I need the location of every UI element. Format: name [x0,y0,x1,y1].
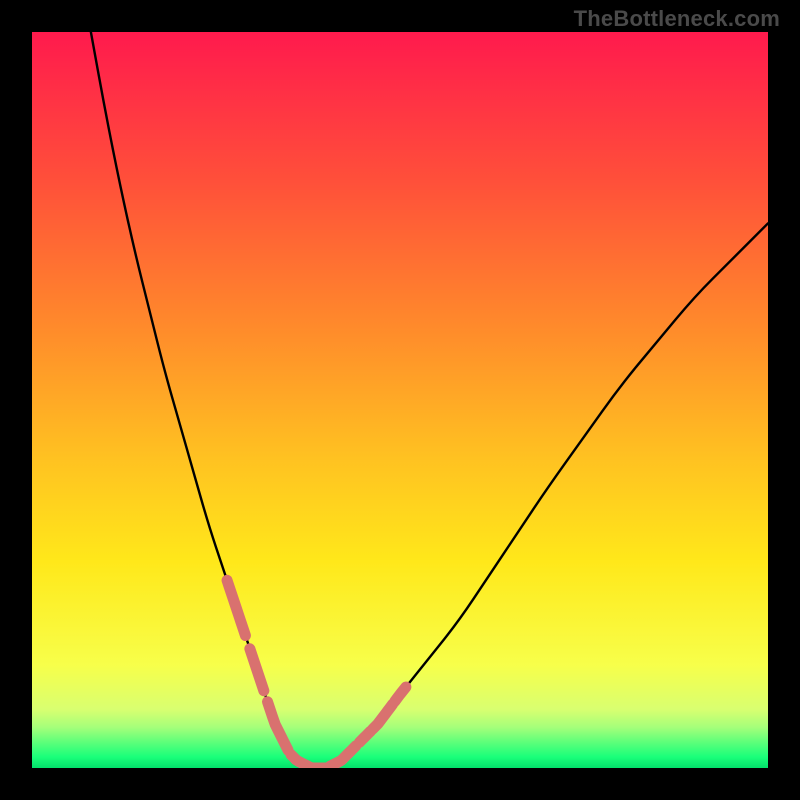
watermark-text: TheBottleneck.com [574,6,780,32]
gradient-background [32,32,768,768]
outer-frame: TheBottleneck.com [0,0,800,800]
plot-area [32,32,768,768]
chart-svg [32,32,768,768]
